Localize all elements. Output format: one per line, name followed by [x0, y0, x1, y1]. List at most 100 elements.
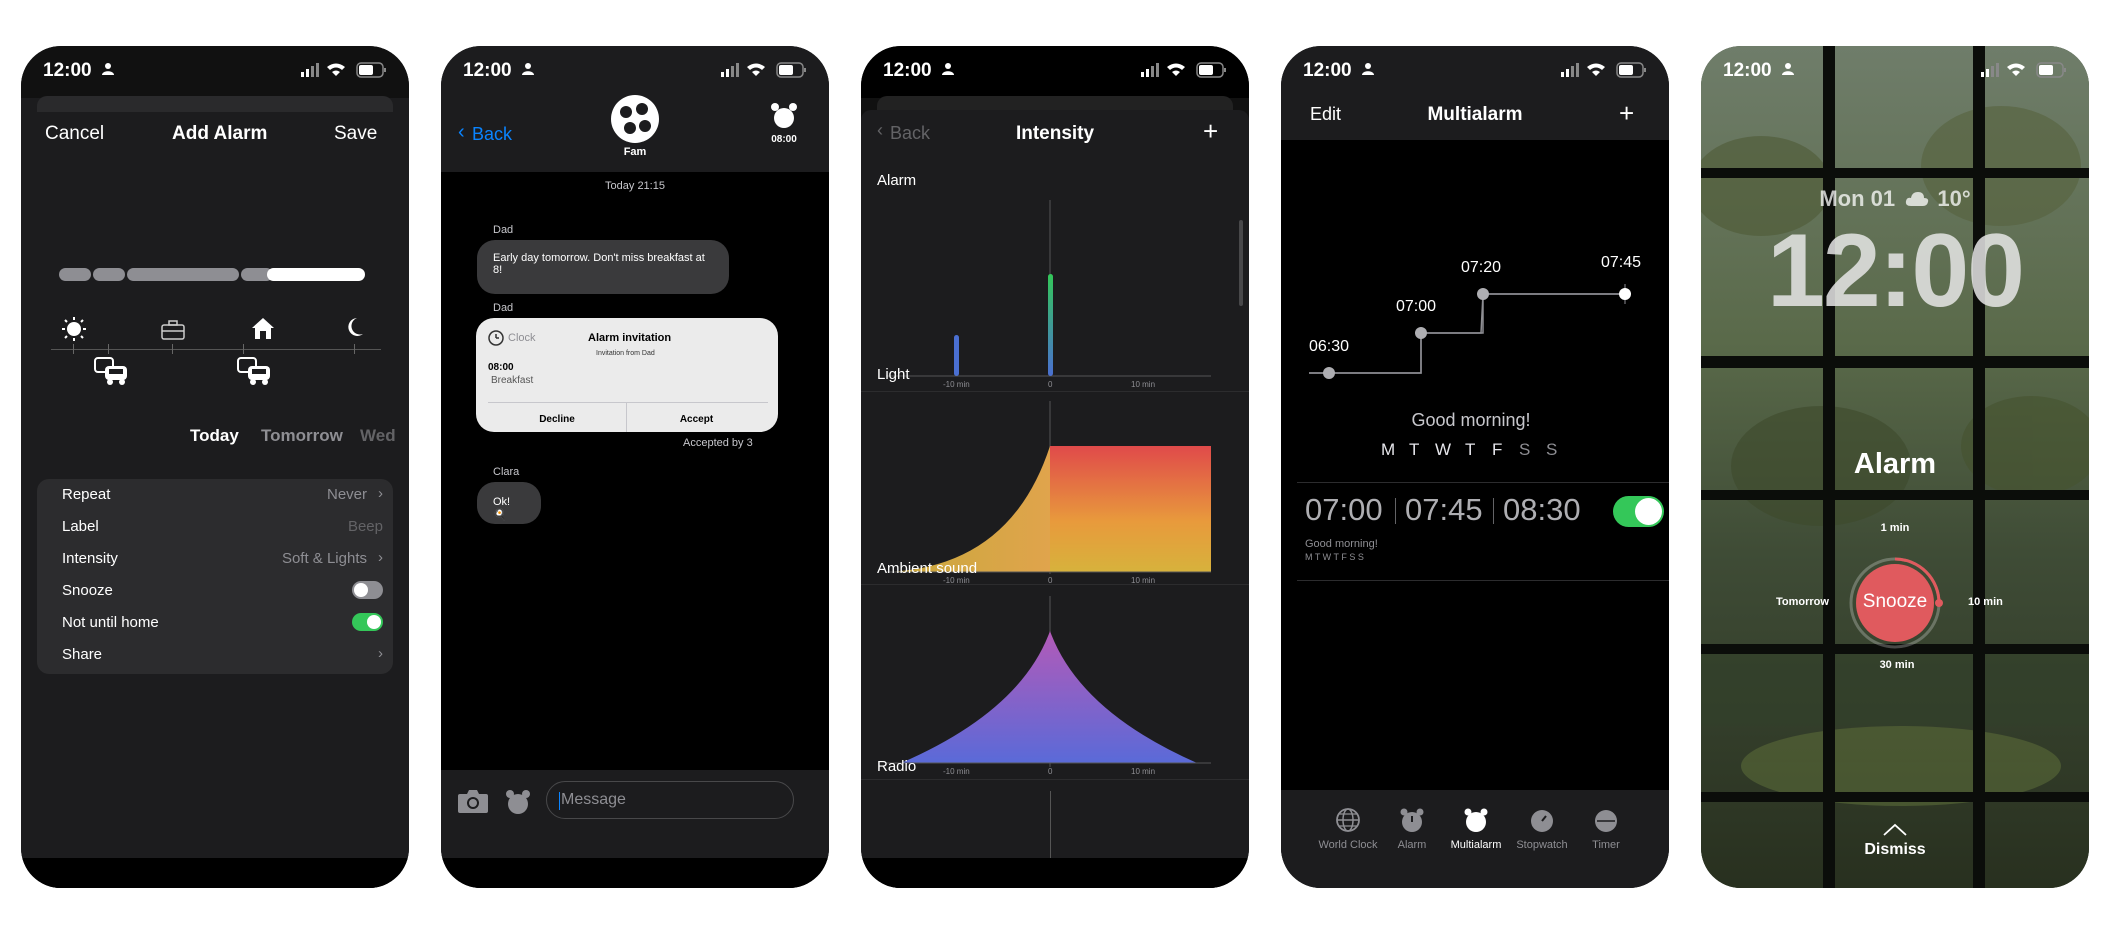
time-separator: [1493, 498, 1494, 524]
text-cursor: [559, 792, 560, 810]
snooze-row: Snooze: [62, 575, 383, 605]
tab-multialarm[interactable]: Multialarm: [1441, 807, 1511, 851]
step-point: [1415, 327, 1427, 339]
repeat-row[interactable]: Repeat Never ›: [62, 479, 383, 509]
chevron-right-icon: ›: [378, 549, 383, 566]
alarm-toggle[interactable]: [1613, 496, 1664, 527]
chevron-right-icon: ›: [378, 645, 383, 662]
step-point: [1323, 367, 1335, 379]
day-wed[interactable]: Wed: [360, 426, 396, 446]
back-button[interactable]: Back: [472, 124, 512, 145]
section-title-light: Light: [877, 366, 910, 383]
snooze-option-10-min[interactable]: 10 min: [1968, 596, 2003, 608]
sheet-stack: [37, 96, 393, 112]
alarm-row[interactable]: 07:00 07:45 08:30 Good morning! M T W T …: [1281, 492, 1669, 572]
home-indicator-area: [441, 858, 829, 888]
lock-clock: 12:00: [1767, 213, 2025, 329]
alarm-clock-icon: [1400, 808, 1424, 832]
tab-world-clock[interactable]: World Clock: [1313, 807, 1383, 851]
tab-timer[interactable]: Timer: [1571, 807, 1641, 851]
not-until-home-toggle[interactable]: [352, 613, 383, 631]
lock-date-row: Mon 01 10°: [1701, 186, 2089, 212]
home-icon: [252, 318, 274, 339]
intensity-row[interactable]: Intensity Soft & Lights ›: [62, 543, 383, 573]
status-time: 12:00: [1303, 60, 1352, 81]
status-time: 12:00: [43, 60, 92, 81]
accept-button[interactable]: Accept: [627, 414, 766, 425]
alarm-title: Alarm: [1853, 448, 1937, 480]
day-today[interactable]: Today: [190, 426, 239, 446]
chart-center-line: [1050, 791, 1051, 858]
timestamp: Today 21:15: [605, 180, 665, 192]
weekday-saturday[interactable]: S: [1519, 440, 1530, 460]
label-row[interactable]: Label Beep: [62, 511, 383, 541]
group-name: Fam: [623, 146, 647, 158]
snooze-option-1-min[interactable]: 1 min: [1869, 522, 1921, 534]
page-title: Add Alarm: [172, 123, 268, 144]
status-time: 12:00: [1723, 60, 1772, 81]
weekday-tuesday[interactable]: T: [1409, 440, 1419, 460]
section-divider: [861, 779, 1249, 780]
alarm-invite-card: Clock Alarm invitation Invitation from D…: [476, 318, 778, 432]
home-indicator-area: [21, 858, 409, 888]
cancel-button[interactable]: Cancel: [45, 123, 104, 145]
alarm-time: 07:00: [1305, 492, 1383, 527]
status-bar: 12:00: [21, 46, 409, 98]
day-tomorrow[interactable]: Tomorrow: [261, 426, 343, 446]
snooze-option-30-min[interactable]: 30 min: [1871, 659, 1923, 671]
back-chevron-icon[interactable]: ‹: [458, 121, 465, 144]
section-title-alarm: Alarm: [877, 172, 917, 189]
multialarm-screen: 12:00 Edit Multialarm + 06:30 07:00 07:2…: [1281, 46, 1669, 888]
alarm-bar-1: [954, 335, 959, 376]
message-bubble[interactable]: Ok! 🍳: [477, 482, 541, 524]
step-line: [1309, 293, 1625, 374]
snooze-toggle[interactable]: [352, 581, 383, 599]
person-icon: [1782, 63, 1794, 75]
step-label: 07:00: [1396, 298, 1437, 315]
message-text: Early day tomorrow. Don't miss breakfast…: [493, 252, 705, 276]
group-avatar-icon[interactable]: [610, 94, 660, 144]
weekday-thursday[interactable]: T: [1465, 440, 1475, 460]
snooze-button[interactable]: Snooze: [1856, 564, 1934, 642]
chevron-right-icon: ›: [378, 485, 383, 502]
alarm-label: Good morning!: [1305, 538, 1378, 550]
camera-icon[interactable]: [457, 788, 489, 814]
dismiss-button[interactable]: Dismiss: [1701, 841, 2089, 859]
timeline-axis: [51, 349, 381, 350]
weekday-friday[interactable]: F: [1492, 440, 1502, 460]
alarm-clock-icon[interactable]: [770, 102, 798, 130]
timeline-tick: [73, 344, 74, 354]
status-bar: 12:00: [1701, 46, 2089, 98]
add-button[interactable]: +: [1619, 98, 1634, 129]
weekday-wednesday[interactable]: W: [1435, 440, 1451, 460]
alarm-days: M T W T F S S: [1305, 552, 1364, 562]
weekday-sunday[interactable]: S: [1546, 440, 1557, 460]
alarm-bar-2: [1048, 274, 1053, 376]
status-bar: 12:00: [441, 46, 829, 98]
tab-label: Alarm: [1397, 839, 1427, 851]
add-button[interactable]: +: [1203, 116, 1218, 147]
decline-button[interactable]: Decline: [488, 414, 626, 425]
timeline-selected-segment[interactable]: [267, 268, 365, 281]
alarm-time: 08:30: [1503, 492, 1581, 527]
section-title-radio: Radio: [877, 758, 917, 775]
message-bubble[interactable]: Early day tomorrow. Don't miss breakfast…: [477, 240, 729, 294]
tab-alarm[interactable]: Alarm: [1377, 807, 1447, 851]
page-title: Intensity: [1015, 123, 1095, 144]
weekday-monday[interactable]: M: [1381, 440, 1395, 460]
alarm-clock-icon[interactable]: [504, 788, 532, 816]
message-input[interactable]: Message: [546, 781, 794, 819]
snooze-option-tomorrow[interactable]: Tomorrow: [1776, 596, 1829, 608]
save-button[interactable]: Save: [334, 123, 377, 145]
tab-stopwatch[interactable]: Stopwatch: [1507, 807, 1577, 851]
accepted-count: Accepted by 3: [683, 437, 753, 449]
share-row[interactable]: Share ›: [62, 639, 383, 669]
axis-label-center: 0: [1048, 380, 1053, 389]
row-label: Intensity: [62, 550, 118, 567]
tab-label: Stopwatch: [1516, 839, 1568, 851]
commute-icon: [237, 357, 270, 385]
timeline-tick: [243, 344, 244, 354]
status-icons: [301, 62, 386, 78]
home-indicator-area: [861, 858, 1249, 888]
alarm-chart: -10 min 0 10 min: [886, 200, 1211, 389]
